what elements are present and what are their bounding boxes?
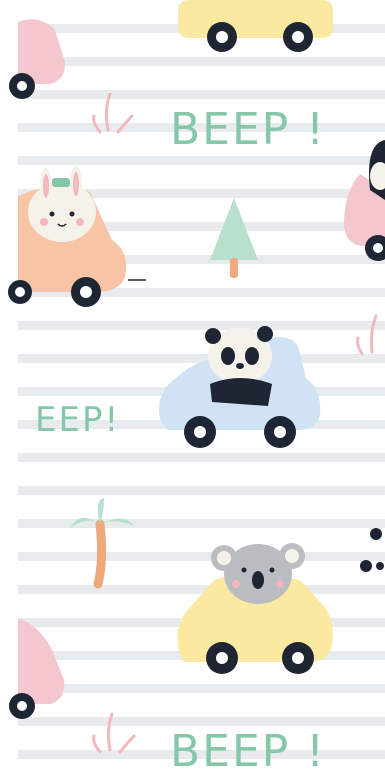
- palm-tree-icon: [70, 498, 134, 589]
- pink-car-icon-top: [9, 19, 66, 99]
- beep-text-2: EEP!: [35, 400, 121, 440]
- grass-tuft-icon: [92, 92, 134, 134]
- dots-decoration: [360, 528, 384, 572]
- grass-tuft-icon-bottom: [92, 712, 136, 754]
- koala-car-icon: [177, 543, 333, 674]
- beep-text-1: BEEP !: [170, 104, 326, 155]
- panda-car-icon: [159, 326, 321, 448]
- pine-tree-icon: [210, 198, 258, 278]
- beep-text-3: BEEP !: [170, 726, 326, 777]
- pink-car-icon-bottom: [9, 618, 65, 719]
- yellow-car-icon-top: [178, 0, 333, 52]
- penguin-car-icon: [344, 140, 385, 261]
- bunny-car-icon: [8, 166, 146, 307]
- grass-tuft-icon-right: [356, 314, 378, 356]
